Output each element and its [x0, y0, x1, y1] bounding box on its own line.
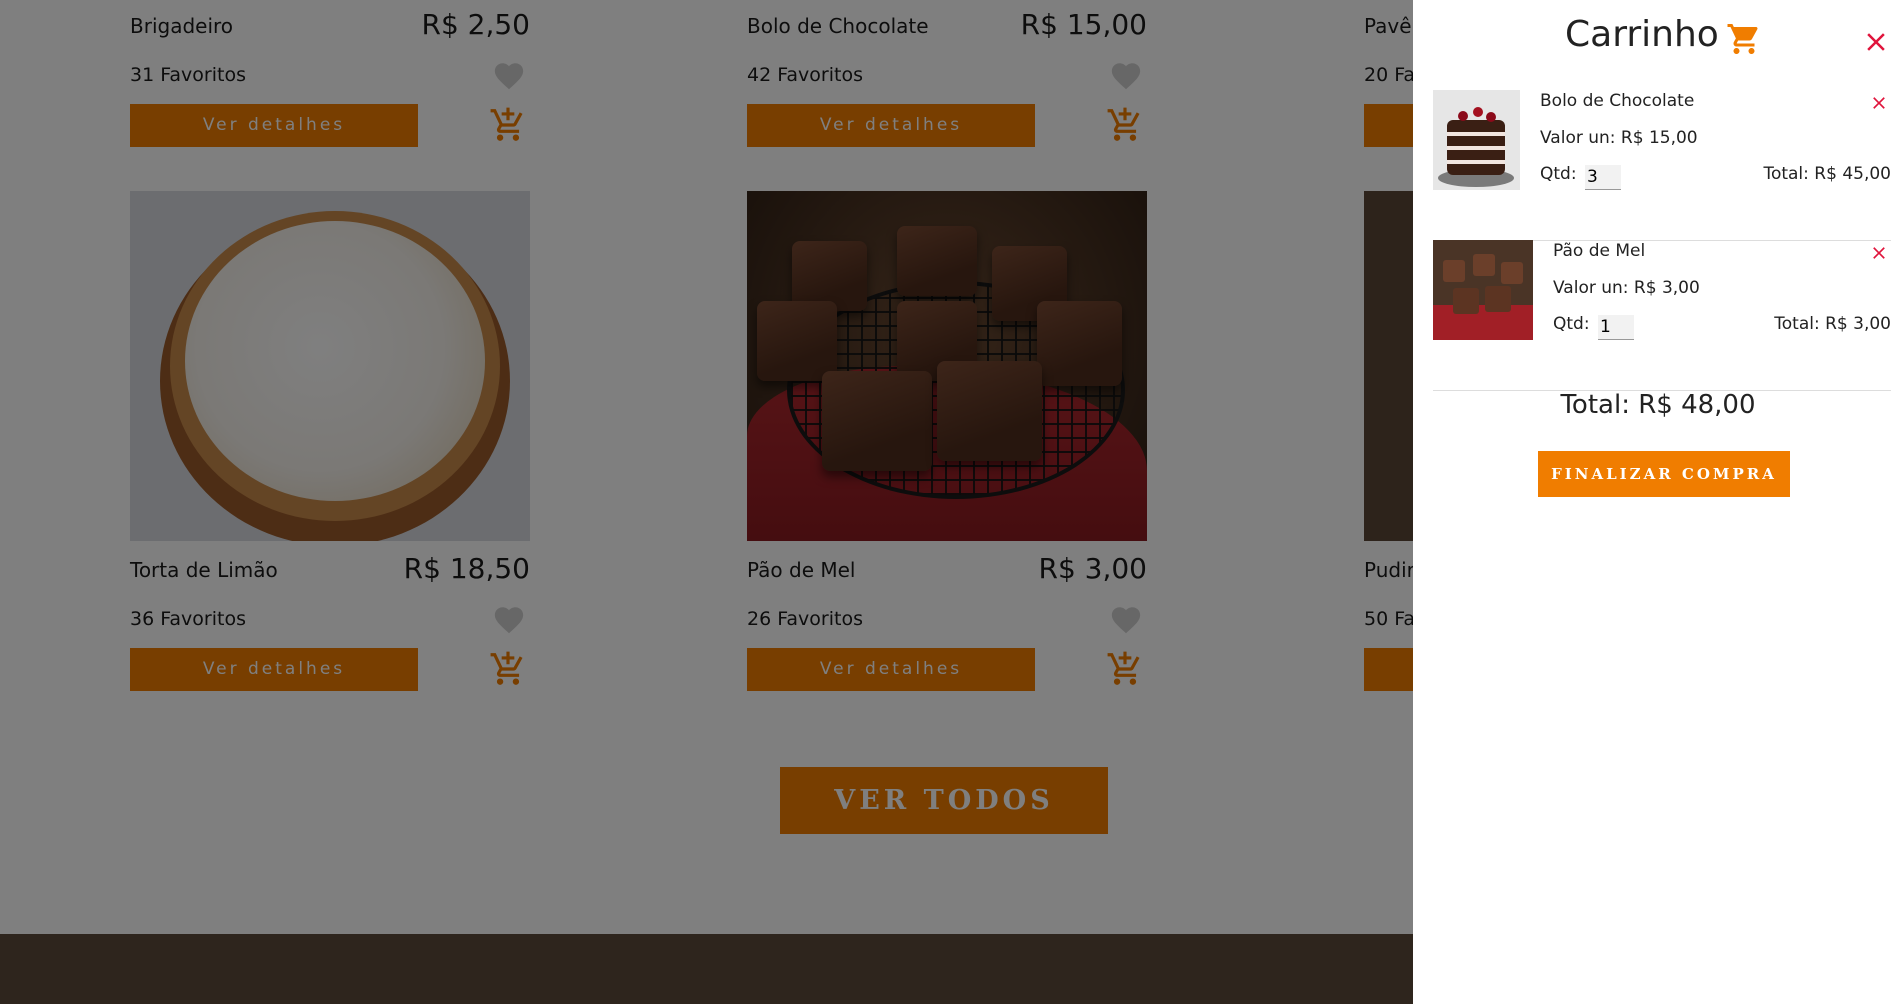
cart-item-qty-label: Qtd: [1553, 314, 1590, 334]
checkout-button[interactable]: FINALIZAR COMPRA [1538, 451, 1790, 497]
cart-item-name: Pão de Mel [1553, 241, 1646, 261]
cart-item-name: Bolo de Chocolate [1540, 91, 1695, 111]
cart-item-unit-price: Valor un: R$ 3,00 [1553, 278, 1700, 298]
cart-item: Pão de Mel Valor un: R$ 3,00 Qtd: Total:… [1433, 240, 1891, 391]
cart-item: Bolo de Chocolate Valor un: R$ 15,00 Qtd… [1433, 90, 1891, 241]
cart-item-image [1433, 240, 1533, 340]
quantity-input[interactable] [1585, 165, 1621, 190]
cart-item-total: Total: R$ 3,00 [1774, 314, 1891, 334]
quantity-input[interactable] [1598, 315, 1634, 340]
cart-item-image [1433, 90, 1520, 190]
cart-title: Carrinho [1565, 14, 1719, 55]
close-icon[interactable] [1861, 27, 1891, 57]
shopping-cart-icon [1727, 24, 1758, 54]
cart-grand-total: Total: R$ 48,00 [1560, 390, 1756, 420]
cart-item-unit-price: Valor un: R$ 15,00 [1540, 128, 1698, 148]
cart-drawer: Carrinho Bolo de Chocolate Valor un: R$ … [1413, 0, 1903, 1004]
remove-item-icon[interactable] [1869, 243, 1889, 263]
remove-item-icon[interactable] [1869, 93, 1889, 113]
cart-item-total: Total: R$ 45,00 [1763, 164, 1891, 184]
cart-item-qty-label: Qtd: [1540, 164, 1577, 184]
